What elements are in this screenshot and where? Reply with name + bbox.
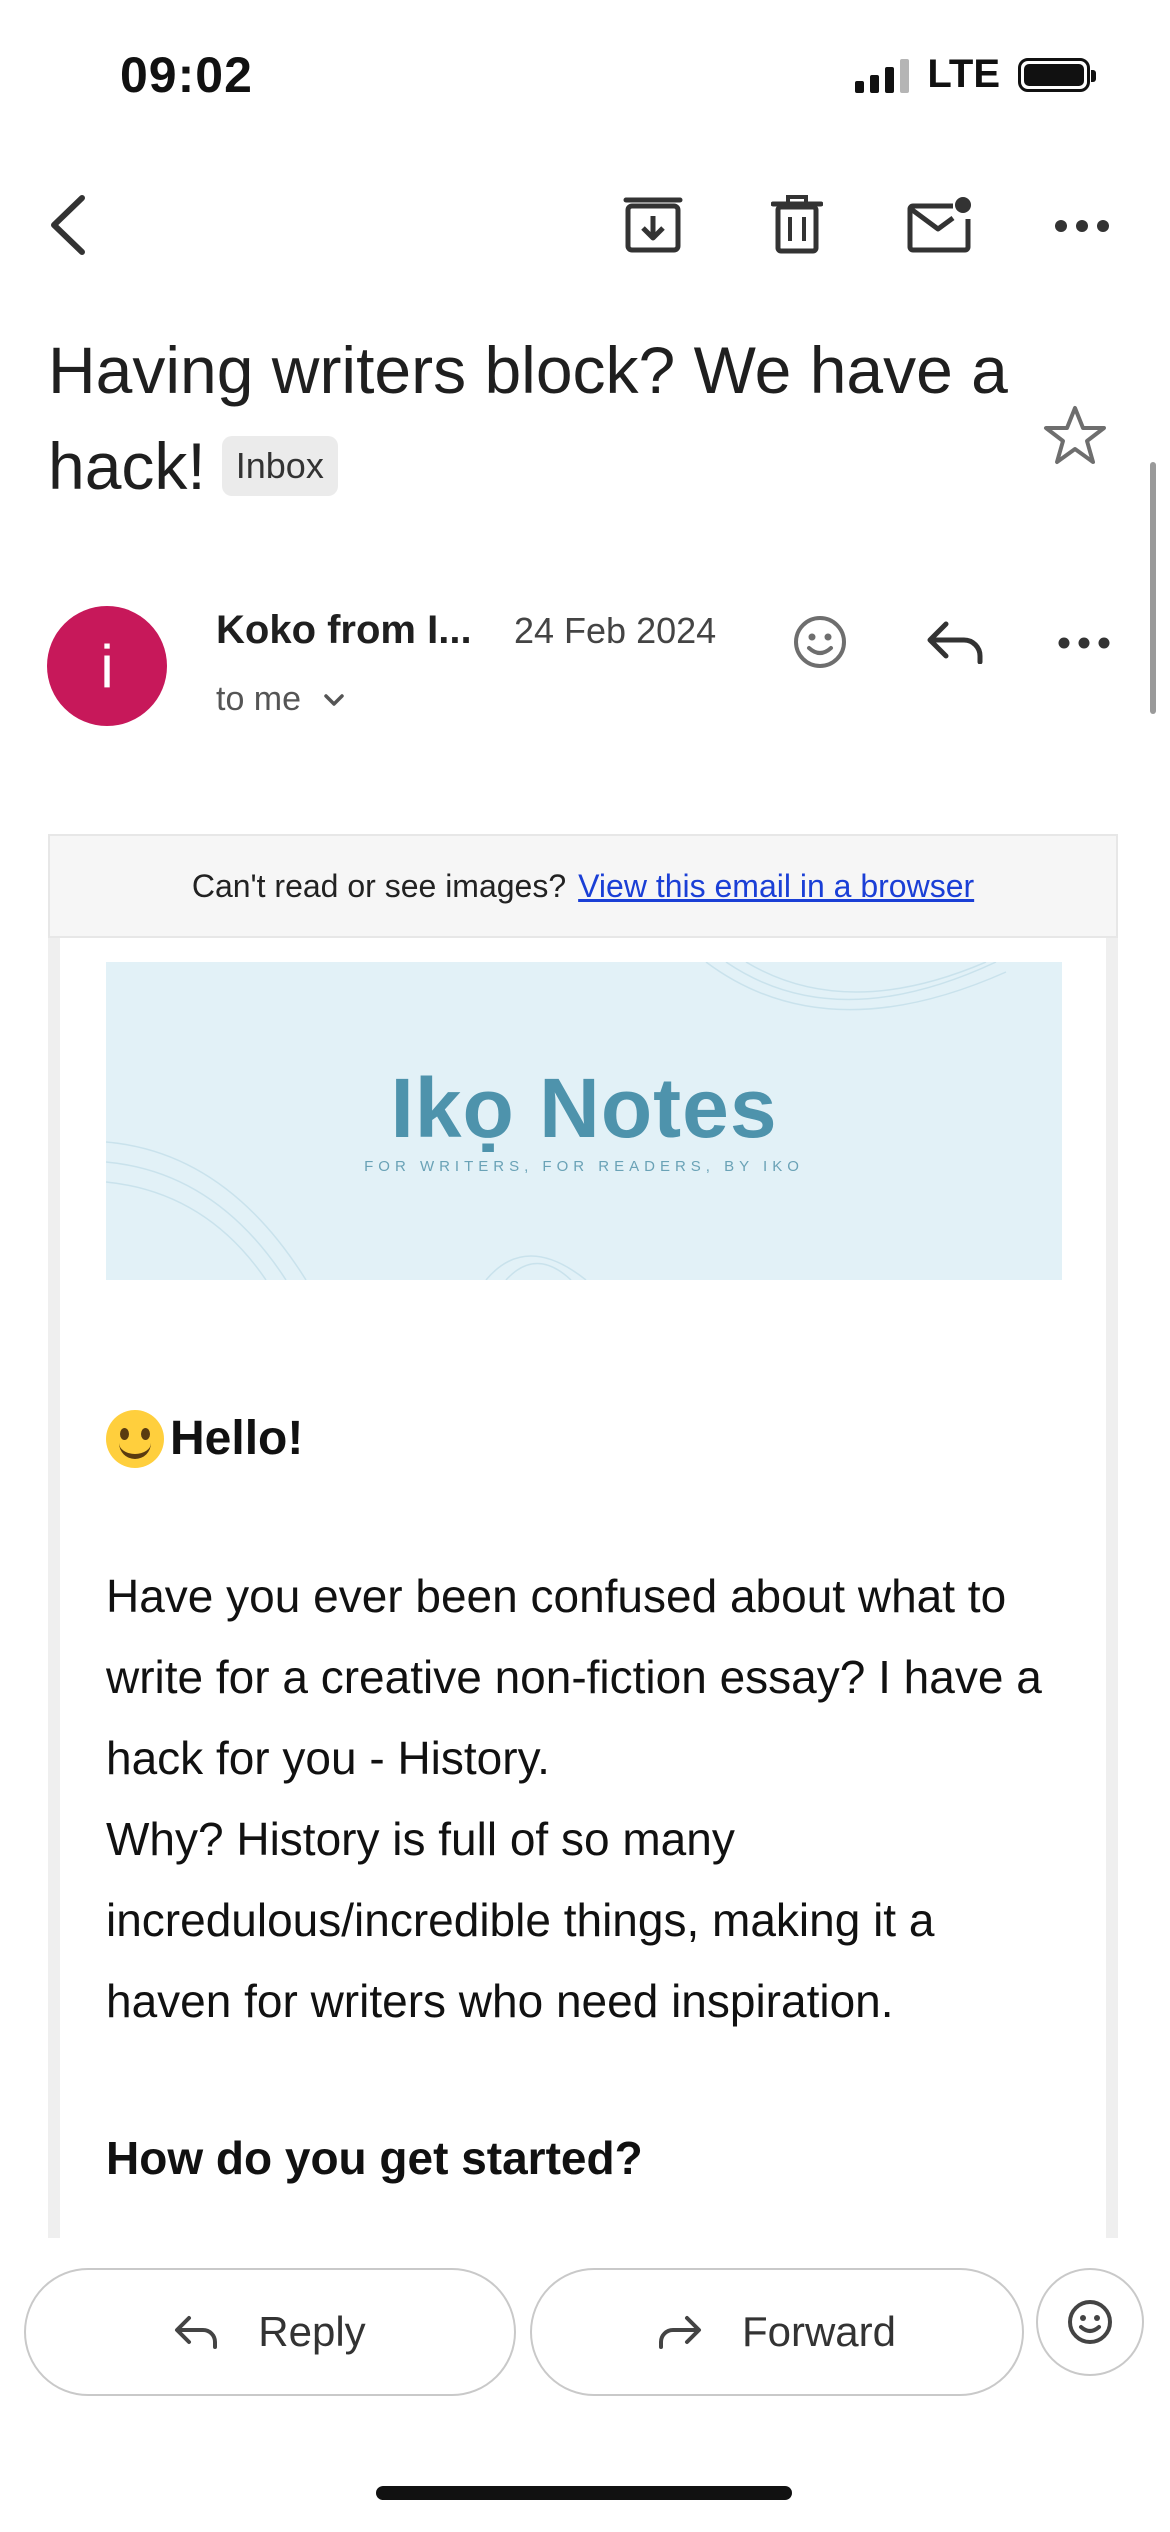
inbox-label-chip[interactable]: Inbox — [221, 435, 338, 496]
trash-icon — [771, 195, 823, 254]
signal-icon — [855, 57, 910, 93]
smiling-face-icon — [106, 1409, 164, 1468]
reply-label: Reply — [258, 2308, 366, 2355]
paragraph-1: Have you ever been confused about what t… — [106, 1570, 1042, 1784]
battery-icon — [1018, 57, 1096, 92]
back-button[interactable] — [38, 190, 98, 260]
star-button[interactable] — [1040, 400, 1110, 470]
chevron-left-icon — [51, 195, 85, 255]
body-frame-right — [1106, 938, 1118, 2238]
mark-unread-icon — [907, 197, 971, 253]
paragraph-2: Why? History is full of so many incredul… — [106, 1813, 935, 2027]
more-icon — [1055, 220, 1109, 232]
recipient-label: to me — [216, 680, 302, 718]
subject-text: Having writers block? We have a hack! — [48, 333, 1008, 503]
reply-button[interactable]: Reply — [24, 2268, 516, 2396]
view-in-browser-link[interactable]: View this email in a browser — [578, 868, 974, 905]
reply-icon — [927, 621, 983, 664]
email-subject: Having writers block? We have a hack! Inb… — [48, 322, 1008, 514]
email-date: 24 Feb 2024 — [514, 610, 717, 651]
smiley-icon — [794, 616, 846, 668]
logo-tagline: FOR WRITERS, FOR READERS, BY IKO — [364, 1158, 804, 1175]
star-icon — [1044, 406, 1106, 464]
forward-label: Forward — [741, 2308, 897, 2355]
scrollbar[interactable] — [1150, 462, 1156, 714]
cant-read-text: Can't read or see images? — [191, 867, 567, 904]
body-frame-left — [48, 938, 60, 2238]
forward-button[interactable]: Forward — [530, 2268, 1024, 2396]
logo-title: Ikọ Notes — [390, 1061, 778, 1155]
archive-button[interactable] — [618, 190, 688, 260]
home-indicator[interactable] — [376, 2486, 792, 2500]
network-label: LTE — [927, 52, 1000, 96]
delete-button[interactable] — [762, 190, 832, 260]
reply-button-header[interactable] — [920, 610, 990, 674]
status-time: 09:02 — [120, 47, 253, 103]
forward-icon — [658, 2316, 701, 2349]
reply-icon — [175, 2316, 218, 2349]
sender-name[interactable]: Koko from I... — [216, 608, 472, 653]
more-icon — [1058, 637, 1110, 649]
view-in-browser-bar: Can't read or see images? View this emai… — [48, 834, 1118, 938]
archive-icon — [623, 197, 683, 253]
newsletter-logo-banner: Ikọ Notes FOR WRITERS, FOR READERS, BY I… — [106, 962, 1062, 1280]
recipient-toggle[interactable]: to me — [216, 680, 345, 719]
section-heading: How do you get started? — [106, 2132, 643, 2184]
greeting: Hello! — [106, 1398, 1056, 1479]
status-indicators: LTE — [855, 52, 1096, 97]
mark-unread-button[interactable] — [902, 190, 978, 260]
message-more-button[interactable] — [1054, 626, 1114, 660]
add-reaction-bottom-button[interactable] — [1036, 2268, 1144, 2376]
greeting-text: Hello! — [170, 1412, 304, 1465]
more-options-button[interactable] — [1050, 196, 1114, 256]
avatar[interactable]: i — [47, 606, 167, 726]
smiley-icon — [1068, 2300, 1112, 2344]
add-reaction-button[interactable] — [788, 610, 852, 674]
body-paragraph: Have you ever been confused about what t… — [106, 1556, 1056, 2042]
chevron-down-icon — [324, 693, 344, 706]
